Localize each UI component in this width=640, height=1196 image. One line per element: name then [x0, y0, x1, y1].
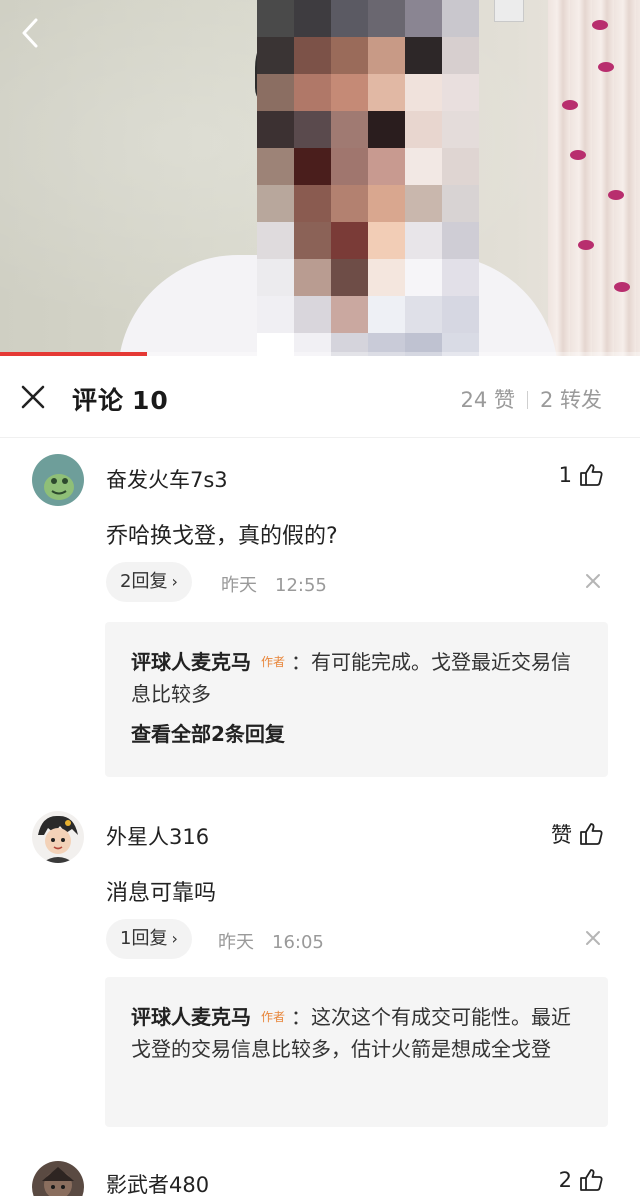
chevron-left-icon	[22, 18, 38, 48]
curtain-flower	[598, 62, 614, 72]
comments-title: 评论 10	[72, 381, 169, 417]
stats-divider	[526, 391, 528, 409]
close-button[interactable]	[18, 382, 48, 412]
comment-time: 16:05	[272, 932, 324, 953]
face-mosaic	[257, 0, 479, 356]
close-icon	[21, 385, 45, 409]
comments-title-label: 评论	[72, 386, 125, 415]
comment-username[interactable]: 影武者480	[106, 1169, 209, 1196]
comment-date: 昨天	[221, 575, 257, 596]
author-reply-box[interactable]: 评球人麦克马 作者 ：有可能完成。戈登最近交易信息比较多 查看全部2条回复	[105, 622, 608, 777]
dismiss-button[interactable]	[584, 572, 602, 590]
comment-username[interactable]: 外星人316	[106, 821, 209, 851]
comment-date: 昨天	[218, 932, 254, 953]
frog-avatar-icon	[32, 454, 84, 506]
avatar[interactable]	[32, 811, 84, 863]
like-count: 1	[558, 463, 572, 487]
comment-username[interactable]: 奋发火车7s3	[106, 464, 228, 494]
comments-header: 评论 10 24 赞 2 转发	[0, 356, 640, 438]
video-player[interactable]	[0, 0, 640, 356]
like-count: 赞	[551, 823, 572, 847]
like-button[interactable]: 2	[559, 1167, 604, 1193]
author-reply-box[interactable]: 评球人麦克马 作者 ：这次这个有成交可能性。最近戈登的交易信息比较多，估计火箭是想成…	[105, 977, 608, 1127]
comment-time: 12:55	[275, 575, 327, 596]
likes-count[interactable]: 24 赞	[461, 388, 515, 412]
back-button[interactable]	[14, 14, 48, 52]
thumbs-up-icon	[580, 464, 603, 486]
thumbs-up-icon	[580, 823, 603, 845]
author-badge: 作者	[261, 655, 286, 669]
cartoon-avatar-icon	[32, 811, 84, 863]
reply-count-label: 1回复	[120, 928, 168, 949]
comment-count: 10	[132, 386, 169, 415]
dismiss-icon	[586, 574, 600, 588]
reply-count-button[interactable]: 1回复 ›	[106, 919, 192, 959]
chevron-right-icon: ›	[171, 572, 178, 591]
curtain-flower	[592, 20, 608, 30]
comment-text: 消息可靠吗	[106, 881, 217, 906]
chevron-right-icon: ›	[171, 929, 178, 948]
reply-author-name[interactable]: 评球人麦克马	[131, 1005, 251, 1029]
author-badge: 作者	[261, 1010, 286, 1024]
curtain-flower	[608, 190, 624, 200]
thumbs-up-icon	[580, 1169, 603, 1191]
author-reply: 评球人麦克马 作者 ：这次这个有成交可能性。最近戈登的交易信息比较多，估计火箭是想成…	[131, 1001, 582, 1065]
curtain-flower	[562, 100, 578, 110]
wall-outlet	[494, 0, 524, 22]
reply-count-label: 2回复	[120, 571, 168, 592]
reply-author-name[interactable]: 评球人麦克马	[131, 650, 251, 674]
dismiss-button[interactable]	[584, 929, 602, 947]
like-count: 2	[558, 1168, 572, 1192]
comment-page: 评论 10 24 赞2 转发 奋发火车7s3 1 乔哈换戈登，真的假的? 2回复 ›	[0, 0, 640, 1196]
comment-text: 乔哈换戈登，真的假的?	[106, 524, 338, 549]
like-button[interactable]: 1	[559, 462, 604, 488]
curtain	[548, 0, 640, 356]
samurai-avatar-icon	[32, 1161, 84, 1196]
comment-timestamp: 昨天 12:55	[221, 571, 327, 597]
view-all-replies-link[interactable]: 查看全部2条回复	[131, 718, 582, 747]
like-button[interactable]: 赞	[551, 819, 604, 849]
shares-count[interactable]: 2 转发	[540, 388, 602, 412]
header-stats: 24 赞 2 转发	[461, 384, 602, 414]
curtain-flower	[570, 150, 586, 160]
avatar[interactable]	[32, 1161, 84, 1196]
curtain-flower	[578, 240, 594, 250]
comment-timestamp: 昨天 16:05	[218, 928, 324, 954]
dismiss-icon	[586, 931, 600, 945]
avatar[interactable]	[32, 454, 84, 506]
reply-count-button[interactable]: 2回复 ›	[106, 562, 192, 602]
curtain-flower	[614, 282, 630, 292]
author-reply: 评球人麦克马 作者 ：有可能完成。戈登最近交易信息比较多	[131, 646, 582, 710]
